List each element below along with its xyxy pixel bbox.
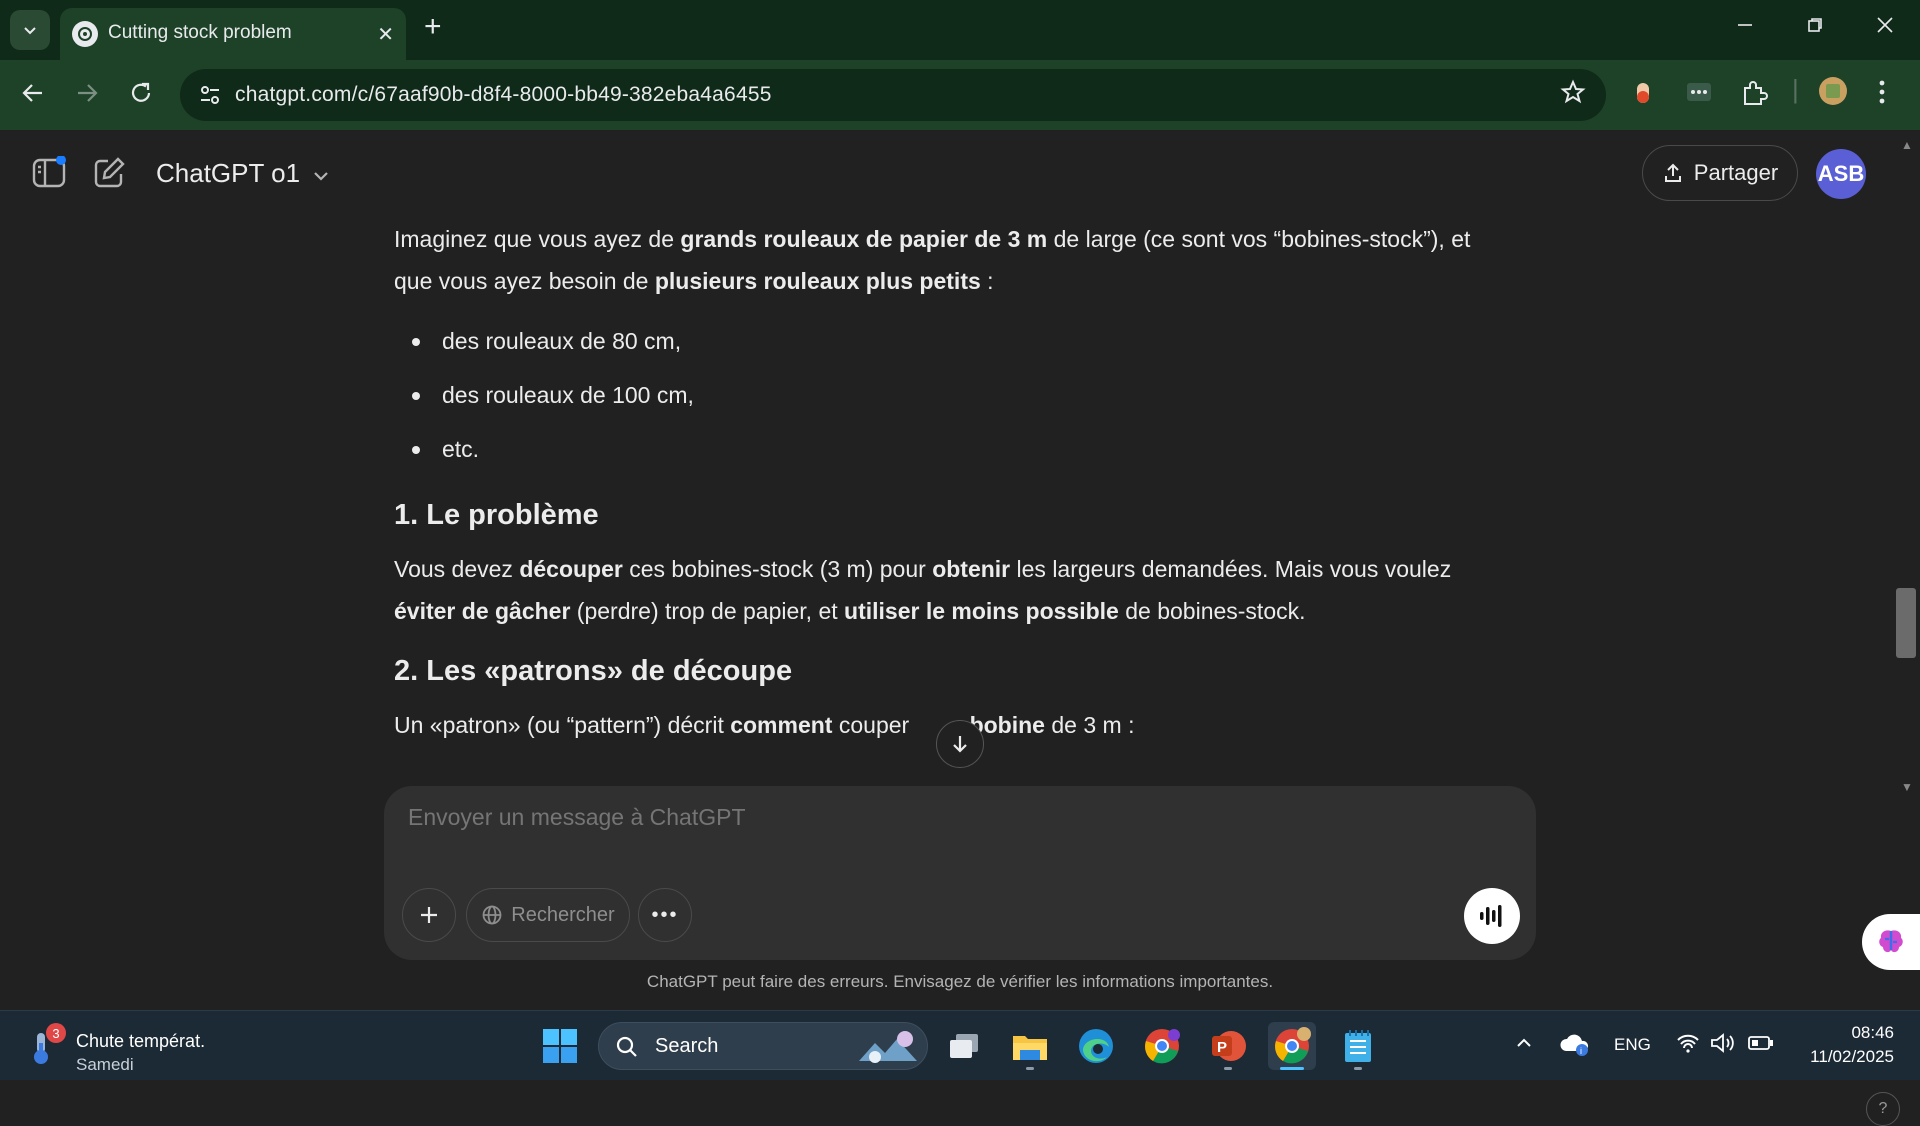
extension-icon[interactable]: [1632, 79, 1654, 112]
weather-subtitle: Samedi: [76, 1055, 134, 1074]
forward-icon[interactable]: [74, 80, 100, 112]
profile-avatar-icon[interactable]: [1818, 76, 1848, 111]
scrollbar-thumb[interactable]: [1896, 588, 1916, 658]
weather-title: Chute températ.: [76, 1031, 206, 1051]
plus-icon: [421, 907, 437, 923]
scrollbar-down-arrow[interactable]: ▼: [1901, 780, 1913, 794]
reload-icon[interactable]: [128, 80, 154, 112]
battery-icon[interactable]: [1748, 1035, 1774, 1056]
share-label: Partager: [1693, 160, 1779, 185]
message-input[interactable]: [408, 804, 1408, 831]
browser-tab-strip: Cutting stock problem ✕ +: [0, 0, 1920, 60]
back-icon[interactable]: [20, 80, 46, 112]
clock-time[interactable]: 08:46: [1798, 1023, 1894, 1043]
running-indicator: [1354, 1067, 1362, 1070]
extension-dots-icon[interactable]: [1686, 79, 1712, 110]
windows-start-icon[interactable]: [542, 1028, 578, 1064]
roll-size-list: des rouleaux de 80 cm, des rouleaux de 1…: [412, 314, 1514, 476]
search-icon: [616, 1036, 637, 1057]
volume-icon[interactable]: [1710, 1033, 1736, 1058]
scrollbar-up-arrow[interactable]: ▲: [1901, 138, 1913, 152]
running-indicator: [1224, 1067, 1232, 1070]
address-bar[interactable]: chatgpt.com/c/67aaf90b-d8f4-8000-bb49-38…: [180, 69, 1606, 121]
brain-icon: [1879, 930, 1903, 953]
voice-mode-button[interactable]: [1464, 888, 1520, 944]
extensions-puzzle-icon[interactable]: [1740, 79, 1768, 112]
upload-icon: [1664, 163, 1681, 182]
chrome-profile-icon[interactable]: [1138, 1022, 1186, 1070]
minimize-icon[interactable]: [1736, 14, 1754, 40]
running-indicator: [1026, 1067, 1034, 1070]
weather-alert-badge: 3: [46, 1023, 66, 1043]
notepad-icon[interactable]: [1334, 1022, 1382, 1070]
tab-close-icon[interactable]: ✕: [377, 22, 394, 47]
help-button[interactable]: ?: [1866, 1092, 1900, 1126]
file-explorer-icon[interactable]: [1006, 1022, 1054, 1070]
share-button[interactable]: Partager: [1642, 145, 1798, 201]
section-heading-patrons: 2. Les «patrons» de découpe: [394, 655, 793, 687]
taskbar-search-box[interactable]: Search: [598, 1022, 928, 1070]
powerpoint-icon[interactable]: P: [1204, 1022, 1252, 1070]
active-indicator: [1280, 1067, 1304, 1070]
intro-paragraph: Imaginez que vous ayez de grands rouleau…: [394, 226, 1471, 294]
list-item: etc.: [412, 422, 1514, 476]
sidebar-toggle-icon[interactable]: [32, 156, 66, 190]
taskbar-search-label: Search: [655, 1035, 719, 1057]
voice-waveform-icon: [1480, 905, 1502, 927]
windows-taskbar: 3 Chute températ. Samedi Search P i ENG …: [0, 1010, 1920, 1080]
more-options-button[interactable]: •••: [638, 888, 692, 942]
chrome-active-icon[interactable]: [1268, 1022, 1316, 1070]
search-web-button[interactable]: Rechercher: [466, 888, 630, 942]
bookmark-star-icon[interactable]: [1560, 79, 1586, 112]
toolbar-divider: |: [1792, 74, 1799, 104]
model-name-label: ChatGPT o1: [156, 158, 301, 188]
svg-text:P: P: [1217, 1039, 1227, 1056]
arrow-down-icon: [953, 736, 967, 753]
language-indicator[interactable]: ENG: [1614, 1035, 1651, 1055]
attach-button[interactable]: [402, 888, 456, 942]
onedrive-icon[interactable]: i: [1560, 1031, 1590, 1062]
clock-date[interactable]: 11/02/2025: [1798, 1047, 1894, 1067]
edge-browser-icon[interactable]: [1072, 1022, 1120, 1070]
chevron-down-icon: [314, 172, 329, 181]
side-extension-button[interactable]: [1862, 914, 1920, 970]
list-item: des rouleaux de 80 cm,: [412, 314, 1514, 368]
chrome-menu-icon[interactable]: [1878, 78, 1886, 111]
globe-icon: [482, 905, 502, 925]
svg-text:i: i: [1580, 1046, 1582, 1056]
chevron-down-icon: [24, 27, 36, 35]
chatgpt-favicon-icon: [72, 21, 98, 47]
disclaimer-text: ChatGPT peut faire des erreurs. Envisage…: [646, 972, 1274, 991]
user-avatar[interactable]: ASB: [1816, 149, 1866, 199]
chat-header: ChatGPT o1 Partager ASB: [0, 130, 1900, 220]
restore-icon[interactable]: [1806, 14, 1824, 40]
search-web-label: Rechercher: [511, 903, 615, 926]
model-selector[interactable]: ChatGPT o1: [156, 158, 329, 189]
message-composer: Rechercher •••: [384, 786, 1536, 960]
site-info-icon[interactable]: [198, 83, 222, 107]
section1-paragraph: Vous devez découper ces bobines-stock (3…: [394, 556, 1452, 624]
new-chat-icon[interactable]: [92, 156, 126, 190]
wifi-icon[interactable]: [1676, 1033, 1700, 1058]
new-tab-button[interactable]: +: [424, 12, 442, 42]
browser-tab[interactable]: Cutting stock problem ✕: [60, 8, 406, 60]
list-item: des rouleaux de 100 cm,: [412, 368, 1514, 422]
section-heading-probleme: 1. Le problème: [394, 499, 599, 531]
task-view-icon[interactable]: [940, 1022, 988, 1070]
browser-toolbar: chatgpt.com/c/67aaf90b-d8f4-8000-bb49-38…: [0, 60, 1920, 130]
assistant-message: Imaginez que vous ayez de grands rouleau…: [394, 218, 1514, 758]
search-highlight-icon: [859, 1031, 917, 1063]
chatgpt-page: ChatGPT o1 Partager ASB Imaginez que vou…: [0, 130, 1920, 1126]
tab-search-button[interactable]: [10, 10, 50, 50]
scroll-to-bottom-button[interactable]: [936, 720, 984, 768]
tab-title: Cutting stock problem: [108, 22, 292, 43]
chevron-up-icon[interactable]: [1514, 1033, 1534, 1058]
close-window-icon[interactable]: [1876, 14, 1894, 40]
url-text: chatgpt.com/c/67aaf90b-d8f4-8000-bb49-38…: [235, 83, 772, 106]
